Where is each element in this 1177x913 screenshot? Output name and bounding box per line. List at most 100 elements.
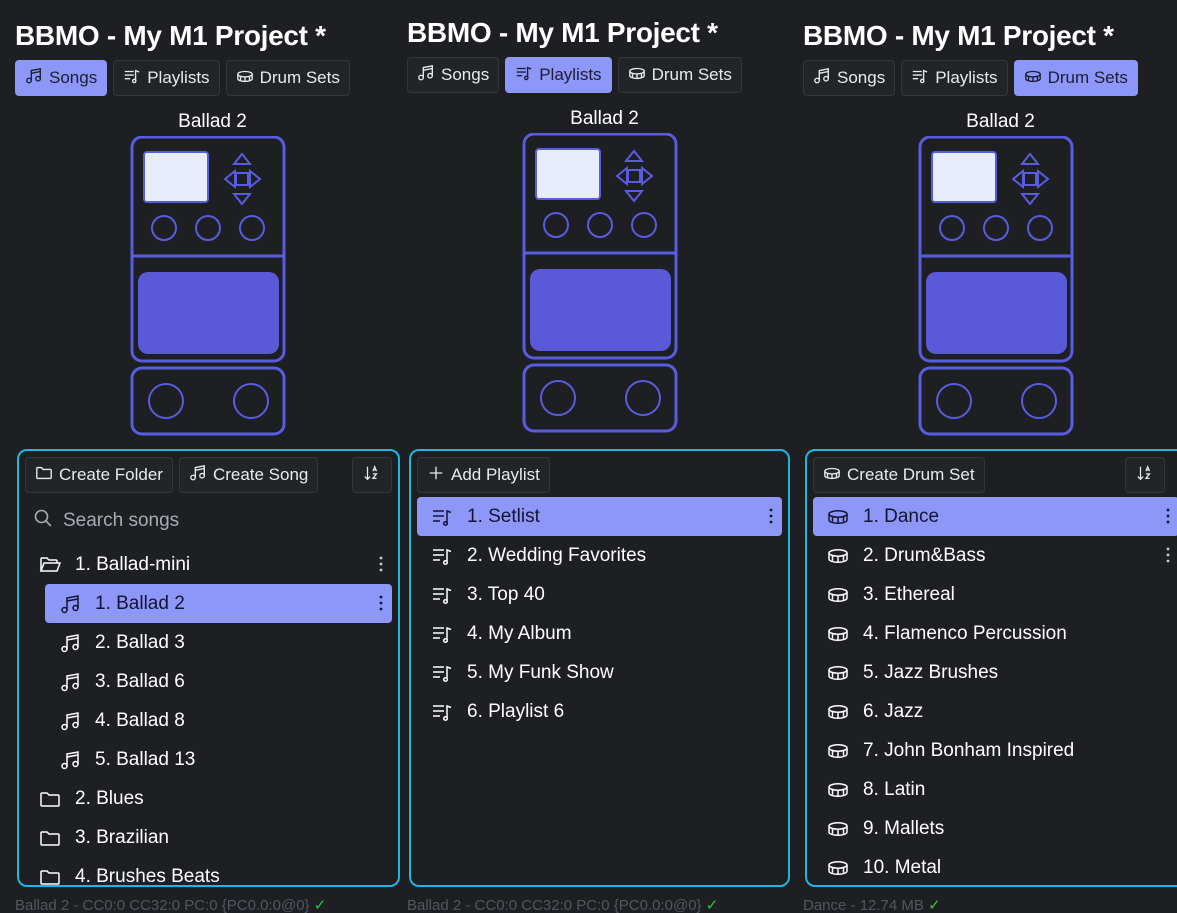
tab-playlists-label: Playlists <box>935 68 998 87</box>
tab-drum-sets[interactable]: Drum Sets <box>617 57 742 93</box>
create-drum-set-label: Create Drum Set <box>847 465 975 484</box>
tab-songs[interactable]: Songs <box>407 57 500 93</box>
tab-playlists[interactable]: Playlists <box>505 57 612 93</box>
item-label: 1. Dance <box>863 505 940 527</box>
status-bar: Ballad 2 - CC0:0 CC32:0 PC:0 {PC0.0:0@0}… <box>407 896 718 913</box>
pedal-device-image <box>130 136 286 436</box>
list-item-playlist[interactable]: 1. Setlist <box>417 497 782 536</box>
item-label: 3. Top 40 <box>467 583 545 605</box>
list-item-folder[interactable]: 4. Brushes Beats <box>25 857 392 887</box>
view-tabs: Songs Playlists Drum Sets <box>407 57 742 93</box>
list-item-drum-set[interactable]: 10. Metal <box>813 848 1177 885</box>
list-item-drum-set[interactable]: 7. John Bonham Inspired <box>813 731 1177 770</box>
songs-list-box: Create Folder Create Song Search songs 1… <box>17 449 400 887</box>
music-note-icon <box>417 64 435 87</box>
list-item-drum-set[interactable]: 1. Dance <box>813 497 1177 536</box>
playlist-icon <box>431 623 453 645</box>
create-song-button[interactable]: Create Song <box>178 457 319 493</box>
list-item-drum-set[interactable]: 8. Latin <box>813 770 1177 809</box>
music-note-icon <box>25 67 43 90</box>
list-item-playlist[interactable]: 5. My Funk Show <box>417 653 782 692</box>
search-icon <box>33 508 53 534</box>
list-item-song[interactable]: 2. Ballad 3 <box>45 623 392 662</box>
song-list: 1. Ballad-mini 1. Ballad 2 2. Ballad 3 3… <box>25 545 392 887</box>
list-item-song[interactable]: 4. Ballad 8 <box>45 701 392 740</box>
more-menu-icon[interactable] <box>378 553 384 575</box>
item-label: 1. Setlist <box>467 505 540 527</box>
more-menu-icon[interactable] <box>1165 544 1171 566</box>
folder-icon <box>39 788 61 810</box>
create-folder-button[interactable]: Create Folder <box>25 457 173 493</box>
search-songs[interactable]: Search songs <box>33 507 388 535</box>
more-menu-icon[interactable] <box>1165 505 1171 527</box>
sort-button[interactable] <box>1125 457 1165 493</box>
list-item-playlist[interactable]: 4. My Album <box>417 614 782 653</box>
tab-playlists[interactable]: Playlists <box>901 60 1008 96</box>
status-text: Ballad 2 - CC0:0 CC32:0 PC:0 {PC0.0:0@0} <box>407 897 702 913</box>
item-label: 3. Ballad 6 <box>95 670 185 692</box>
list-item-folder[interactable]: 2. Blues <box>25 779 392 818</box>
tab-songs[interactable]: Songs <box>803 60 896 96</box>
create-drum-set-button[interactable]: Create Drum Set <box>813 457 985 493</box>
create-song-label: Create Song <box>212 465 309 484</box>
list-item-playlist[interactable]: 3. Top 40 <box>417 575 782 614</box>
tab-drum-sets-label: Drum Sets <box>651 65 732 84</box>
status-text: Ballad 2 - CC0:0 CC32:0 PC:0 {PC0.0:0@0} <box>15 897 310 913</box>
status-ok-icon: ✓ <box>313 897 327 913</box>
more-menu-icon[interactable] <box>768 505 774 527</box>
folder-icon <box>39 866 61 886</box>
item-label: 4. Flamenco Percussion <box>863 622 1067 644</box>
drum-icon <box>628 64 646 87</box>
item-label: 4. Brushes Beats <box>75 865 220 887</box>
list-item-song[interactable]: 1. Ballad 2 <box>45 584 392 623</box>
search-input[interactable]: Search songs <box>63 510 179 532</box>
plus-icon <box>427 464 445 487</box>
list-item-folder[interactable]: 3. Brazilian <box>25 818 392 857</box>
list-item-drum-set[interactable]: 9. Mallets <box>813 809 1177 848</box>
tab-songs-label: Songs <box>441 65 490 84</box>
list-item-drum-set[interactable]: 6. Jazz <box>813 692 1177 731</box>
list-item-song[interactable]: 3. Ballad 6 <box>45 662 392 701</box>
playlist-icon <box>431 701 453 723</box>
pedal-device-image <box>918 136 1074 436</box>
drum-icon <box>827 779 849 801</box>
add-playlist-button[interactable]: Add Playlist <box>417 457 550 493</box>
tab-songs[interactable]: Songs <box>15 60 108 96</box>
playlist-icon <box>911 67 929 90</box>
playlist-icon <box>123 67 141 90</box>
music-note-icon <box>59 749 81 771</box>
list-item-playlist[interactable]: 2. Wedding Favorites <box>417 536 782 575</box>
list-item-drum-set[interactable]: 3. Ethereal <box>813 575 1177 614</box>
tab-drum-sets[interactable]: Drum Sets <box>1013 60 1138 96</box>
list-item-drum-set[interactable]: 4. Flamenco Percussion <box>813 614 1177 653</box>
tab-drum-sets-label: Drum Sets <box>1047 68 1128 87</box>
music-note-icon <box>189 464 207 487</box>
project-title: BBMO - My M1 Project * <box>407 17 718 48</box>
project-title: BBMO - My M1 Project * <box>803 20 1114 51</box>
drum-sets-list-box: Create Drum Set 1. Dance 2. Drum&Bass 3.… <box>805 449 1177 887</box>
add-playlist-label: Add Playlist <box>451 465 540 484</box>
more-menu-icon[interactable] <box>378 592 384 614</box>
status-bar: Ballad 2 - CC0:0 CC32:0 PC:0 {PC0.0:0@0}… <box>15 896 326 913</box>
item-label: 2. Drum&Bass <box>863 544 986 566</box>
list-item-drum-set[interactable]: 5. Jazz Brushes <box>813 653 1177 692</box>
tab-playlists-label: Playlists <box>539 65 602 84</box>
list-item-drum-set[interactable]: 2. Drum&Bass <box>813 536 1177 575</box>
list-item-folder[interactable]: 1. Ballad-mini <box>25 545 392 584</box>
drum-set-list: 1. Dance 2. Drum&Bass 3. Ethereal 4. Fla… <box>813 497 1177 885</box>
drum-icon <box>827 701 849 723</box>
music-note-icon <box>59 710 81 732</box>
music-note-icon <box>59 671 81 693</box>
list-item-song[interactable]: 5. Ballad 13 <box>45 740 392 779</box>
playlist-icon <box>431 506 453 528</box>
tab-drum-sets[interactable]: Drum Sets <box>225 60 350 96</box>
view-tabs: Songs Playlists Drum Sets <box>15 60 350 96</box>
sort-button[interactable] <box>352 457 392 493</box>
playlist-list: 1. Setlist 2. Wedding Favorites 3. Top 4… <box>417 497 782 731</box>
drum-sets-toolbar: Create Drum Set <box>813 457 1177 493</box>
list-item-playlist[interactable]: 6. Playlist 6 <box>417 692 782 731</box>
drum-icon <box>827 545 849 567</box>
item-label: 2. Blues <box>75 787 144 809</box>
item-label: 3. Ethereal <box>863 583 955 605</box>
tab-playlists[interactable]: Playlists <box>113 60 220 96</box>
